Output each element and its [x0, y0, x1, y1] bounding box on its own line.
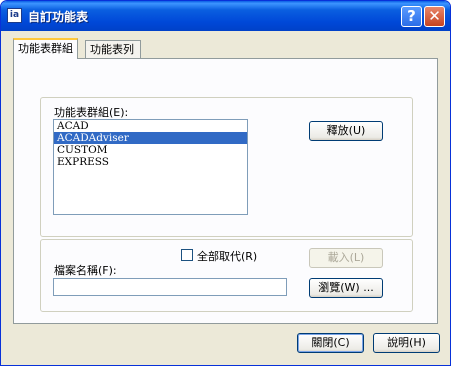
- window-title: 自訂功能表: [28, 10, 89, 24]
- close-title-button[interactable]: ✕: [424, 6, 445, 27]
- tab-menu-groups[interactable]: 功能表群組: [13, 38, 78, 59]
- menu-groups-label: 功能表群組(E):: [54, 106, 129, 119]
- file-name-label: 檔案名稱(F):: [54, 264, 117, 277]
- browse-button[interactable]: 瀏覽(W) ...: [309, 278, 383, 298]
- load-button[interactable]: 載入(L): [309, 248, 383, 268]
- close-button[interactable]: 關閉(C): [297, 333, 364, 353]
- file-name-field[interactable]: [53, 278, 287, 296]
- replace-all-label: 全部取代(R): [197, 250, 258, 263]
- list-item[interactable]: CUSTOM: [54, 144, 247, 156]
- replace-all-checkbox[interactable]: [181, 249, 193, 261]
- help-button[interactable]: 說明(H): [373, 333, 440, 353]
- list-item[interactable]: EXPRESS: [54, 156, 247, 168]
- tab-menu-bar[interactable]: 功能表列: [85, 40, 141, 58]
- menu-groups-list[interactable]: ACAD ACADAdviser CUSTOM EXPRESS: [53, 119, 248, 215]
- unload-button[interactable]: 釋放(U): [309, 121, 383, 141]
- help-title-button[interactable]: ?: [401, 6, 422, 27]
- app-icon: ia: [7, 8, 22, 23]
- list-item[interactable]: ACADAdviser: [54, 132, 247, 144]
- list-item[interactable]: ACAD: [54, 120, 247, 132]
- title-bar[interactable]: ia 自訂功能表 ? ✕: [1, 1, 450, 31]
